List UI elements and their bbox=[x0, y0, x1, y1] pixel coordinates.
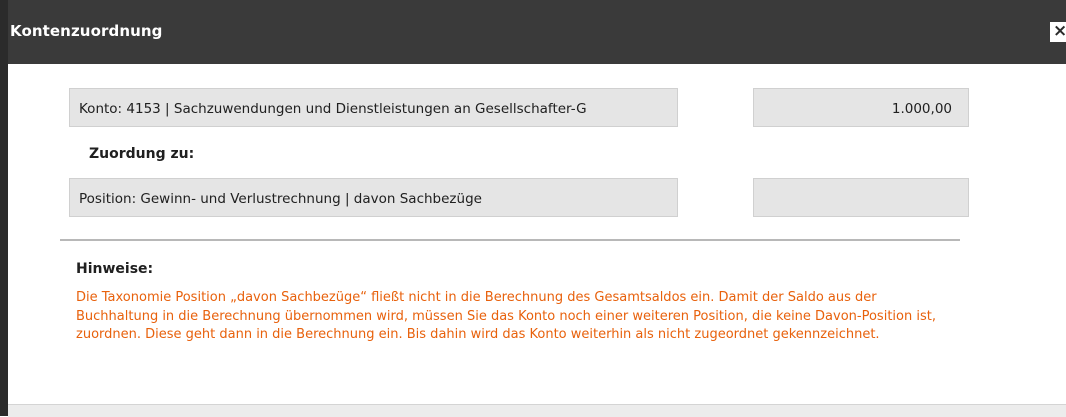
position-amount-field bbox=[753, 178, 969, 217]
konto-label: Konto: 4153 | Sachzuwendungen und Dienst… bbox=[79, 101, 587, 117]
section-divider bbox=[60, 239, 960, 241]
konto-amount-field: 1.000,00 bbox=[753, 88, 969, 127]
kontenzuordnung-dialog: Kontenzuordnung × Konto: 4153 | Sachzuwe… bbox=[0, 0, 1066, 417]
dialog-title: Kontenzuordnung bbox=[10, 22, 163, 40]
position-label: Position: Gewinn- und Verlustrechnung | … bbox=[79, 191, 482, 207]
hinweise-text: Die Taxonomie Position „davon Sachbezüge… bbox=[76, 290, 936, 342]
zuordnung-label: Zuordung zu: bbox=[89, 146, 195, 162]
dialog-left-border bbox=[0, 0, 8, 416]
dialog-title-bar: Kontenzuordnung × bbox=[0, 0, 1066, 64]
position-field: Position: Gewinn- und Verlustrechnung | … bbox=[69, 178, 678, 217]
close-button[interactable]: × bbox=[1050, 21, 1066, 42]
konto-amount: 1.000,00 bbox=[891, 101, 952, 117]
close-icon: × bbox=[1053, 21, 1066, 41]
konto-field: Konto: 4153 | Sachzuwendungen und Dienst… bbox=[69, 88, 678, 127]
hinweise-heading: Hinweise: bbox=[76, 261, 154, 277]
dialog-footer bbox=[8, 404, 1066, 417]
